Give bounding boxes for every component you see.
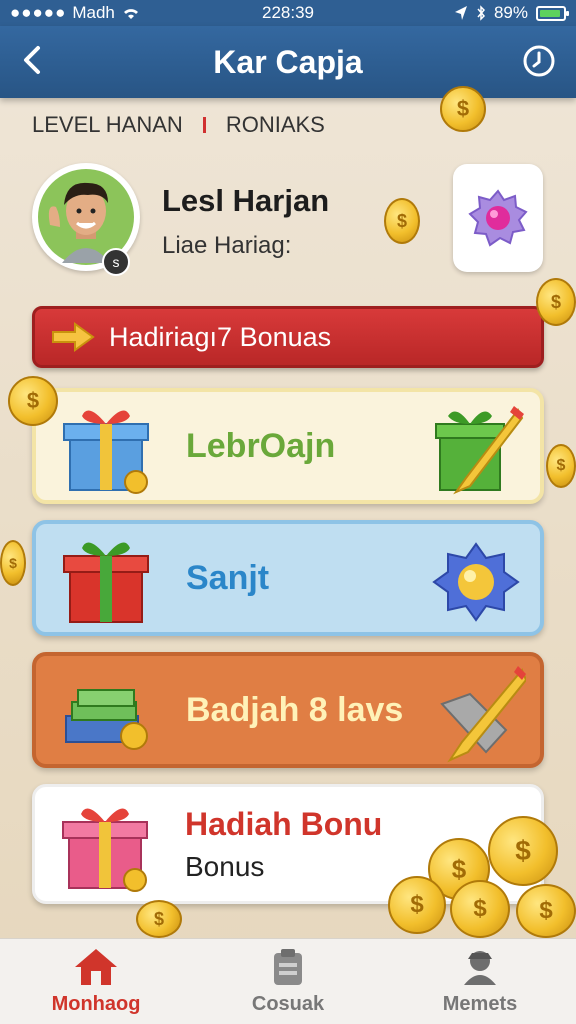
gem-tile[interactable] xyxy=(453,164,543,272)
coin-icon: $ xyxy=(488,816,558,886)
person-icon xyxy=(464,951,496,985)
user-subtitle: Liae Hariag: xyxy=(162,232,292,259)
card-sublabel: Bonus xyxy=(185,850,265,882)
bluetooth-icon xyxy=(477,5,485,21)
card-labels: Hadiah Bonu Bonus xyxy=(185,806,382,883)
status-bar: ●●●●● Madh 228:39 89% xyxy=(0,0,576,26)
coin-icon: $ xyxy=(8,376,58,426)
coin-icon: $ xyxy=(450,880,510,938)
wifi-icon xyxy=(123,9,138,19)
gear-orb-icon xyxy=(432,542,520,622)
cash-stack-icon xyxy=(65,689,148,750)
nav-item-cosuak[interactable]: Cosuak xyxy=(192,939,384,1024)
status-right: 89% xyxy=(454,3,569,23)
banner-label: Hadiriagı7 Bonuas xyxy=(109,321,332,352)
bottom-nav: Monhaog Cosuak Memets xyxy=(0,938,576,1024)
carrier-label: Madh xyxy=(72,3,115,22)
location-icon xyxy=(454,6,467,20)
gift-box-icon xyxy=(62,808,148,892)
top-tabs: LEVEL HANAN RONIAKS xyxy=(32,112,325,138)
card-label: LebrOajn xyxy=(186,426,336,465)
bonus-card-3[interactable]: Badjah 8 lavs xyxy=(32,652,544,768)
signal-icon: ●●●●● xyxy=(10,3,67,22)
clock-icon[interactable] xyxy=(522,44,556,78)
page-title: Kar Capja xyxy=(213,43,363,80)
coin-icon: $ xyxy=(0,540,26,586)
gear-gem-icon xyxy=(468,189,528,247)
coin-icon: $ xyxy=(384,198,420,244)
nav-label: Monhaog xyxy=(51,993,141,1015)
bonus-banner[interactable]: Hadiriagı7 Bonuas xyxy=(32,306,544,368)
status-left: ●●●●● Madh xyxy=(10,3,141,23)
coin-icon: $ xyxy=(388,876,446,934)
gift-pencil-icon xyxy=(435,406,524,495)
arrow-right-icon xyxy=(52,322,95,352)
tab-level[interactable]: LEVEL HANAN xyxy=(32,112,183,138)
coin-icon: $ xyxy=(440,86,486,132)
user-name: Lesl Harjan xyxy=(162,183,330,218)
battery-percent: 89% xyxy=(493,3,528,22)
gift-box-icon xyxy=(63,542,149,623)
back-arrow-icon[interactable] xyxy=(14,40,54,80)
battery-icon xyxy=(536,5,569,21)
nav-label: Cosuak xyxy=(251,993,325,1015)
bonus-card-1[interactable]: LebrOajn xyxy=(32,388,544,504)
card-label: Hadiah Bonu xyxy=(185,805,383,842)
coin-icon: $ xyxy=(536,278,576,326)
avatar-badge: s xyxy=(102,248,130,276)
pencil-rocket-icon xyxy=(440,666,526,763)
nav-item-memets[interactable]: Memets xyxy=(384,939,576,1024)
card-label: Sanjt xyxy=(186,558,270,597)
clipboard-icon xyxy=(274,949,302,985)
app-header: Kar Capja xyxy=(0,26,576,98)
coin-icon: $ xyxy=(546,444,576,488)
gift-box-icon xyxy=(63,410,149,494)
card-label: Badjah 8 lavs xyxy=(186,690,404,729)
nav-item-home[interactable]: Monhaog xyxy=(0,939,192,1024)
bonus-card-2[interactable]: Sanjt xyxy=(32,520,544,636)
home-icon xyxy=(75,949,117,985)
coin-icon: $ xyxy=(136,900,182,938)
coin-icon: $ xyxy=(516,884,576,938)
tab-separator xyxy=(202,117,206,133)
nav-label: Memets xyxy=(442,993,518,1015)
tab-roniaks[interactable]: RONIAKS xyxy=(226,112,325,138)
